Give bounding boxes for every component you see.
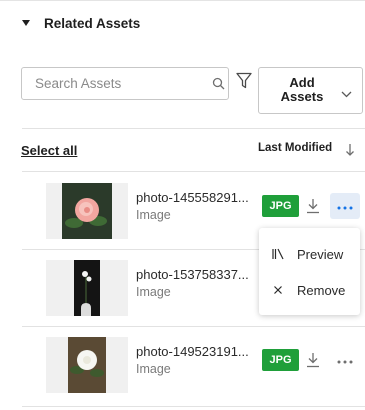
more-actions-button[interactable]: [330, 347, 360, 373]
add-assets-button[interactable]: Add Assets: [258, 67, 363, 114]
search-input[interactable]: [22, 68, 212, 99]
format-badge: JPG: [262, 349, 299, 371]
divider: [22, 128, 365, 129]
sort-descending-icon[interactable]: [345, 143, 355, 162]
menu-item-label: Preview: [297, 246, 344, 262]
download-icon[interactable]: [305, 351, 321, 369]
more-horizontal-icon: [337, 197, 353, 215]
divider: [22, 406, 365, 407]
divider: [22, 326, 365, 327]
search-icon[interactable]: [212, 68, 225, 99]
more-horizontal-icon: [337, 351, 353, 369]
add-assets-label-line2: Assets: [280, 89, 324, 104]
format-badge: JPG: [262, 195, 299, 217]
asset-thumbnail[interactable]: [46, 183, 128, 239]
download-icon[interactable]: [305, 197, 321, 215]
asset-type: Image: [136, 285, 171, 299]
asset-type: Image: [136, 362, 171, 376]
top-divider: [0, 0, 365, 1]
asset-actions-menu: Preview Remove: [259, 228, 360, 315]
asset-type: Image: [136, 208, 171, 222]
more-actions-button[interactable]: [330, 193, 360, 219]
search-field: [21, 67, 229, 100]
caret-down-icon: [22, 20, 30, 26]
asset-thumbnail[interactable]: [46, 260, 128, 316]
close-icon: [259, 285, 297, 295]
section-title: Related Assets: [44, 15, 141, 31]
related-assets-toggle[interactable]: Related Assets: [22, 14, 140, 32]
chevron-down-icon: [341, 85, 352, 103]
filter-icon[interactable]: [235, 71, 253, 91]
divider: [22, 171, 365, 172]
menu-item-label: Remove: [297, 282, 346, 298]
asset-row[interactable]: photo-149523191... Image JPG: [22, 337, 365, 407]
asset-thumbnail[interactable]: [46, 337, 128, 393]
select-all-link[interactable]: Select all: [21, 143, 77, 158]
menu-item-preview[interactable]: Preview: [259, 238, 360, 270]
sort-label[interactable]: Last Modified: [258, 142, 332, 154]
preview-icon: [259, 248, 297, 260]
add-assets-label: Add Assets: [269, 76, 335, 104]
add-assets-label-line1: Add: [289, 75, 315, 90]
menu-item-remove[interactable]: Remove: [259, 274, 360, 306]
